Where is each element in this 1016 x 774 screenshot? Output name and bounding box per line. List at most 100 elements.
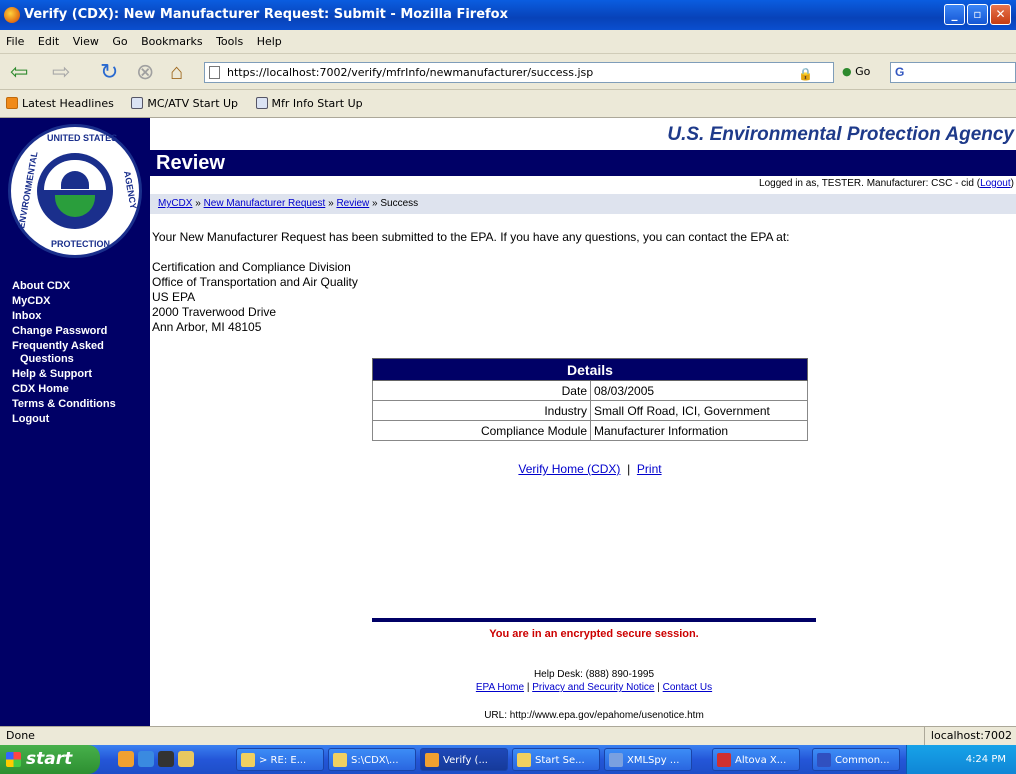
sidebar-item-mycdx[interactable]: MyCDX <box>12 295 148 308</box>
action-links: Verify Home (CDX) | Print <box>372 462 808 476</box>
menu-tools[interactable]: Tools <box>216 35 243 48</box>
task-button[interactable]: Common... <box>812 748 900 771</box>
start-button[interactable]: start <box>0 745 100 774</box>
breadcrumb-separator: » <box>328 198 334 209</box>
bookmark-latest-headlines[interactable]: Latest Headlines <box>22 97 114 110</box>
menu-bookmarks[interactable]: Bookmarks <box>141 35 202 48</box>
task-button[interactable]: Start Se... <box>512 748 600 771</box>
breadcrumb-current: Success <box>380 198 419 209</box>
task-button[interactable]: > RE: E... <box>236 748 324 771</box>
menu-bar: File Edit View Go Bookmarks Tools Help <box>0 30 1016 54</box>
task-icon <box>609 753 623 767</box>
contact-address: Certification and Compliance Division Of… <box>152 260 552 335</box>
sidebar-item-faq-questions[interactable]: Questions <box>12 353 148 366</box>
url-notice: URL: http://www.epa.gov/epahome/usenotic… <box>484 710 704 721</box>
page-content: UNITED STATES PROTECTION ENVIRONMENTAL A… <box>0 118 1016 726</box>
sidebar-item-logout[interactable]: Logout <box>12 413 148 426</box>
go-label: Go <box>855 65 871 78</box>
logout-link[interactable]: Logout <box>980 178 1011 189</box>
table-row: Date 08/03/2005 <box>372 380 808 401</box>
quicklaunch-ie-icon[interactable] <box>138 751 154 767</box>
sidebar-nav: About CDX MyCDX Inbox Change Password Fr… <box>12 280 148 428</box>
firefox-icon <box>4 7 20 23</box>
table-row: Industry Small Off Road, ICI, Government <box>372 400 808 421</box>
bookmark-mc-atv[interactable]: MC/ATV Start Up <box>147 97 238 110</box>
quicklaunch-folder-icon[interactable] <box>178 751 194 767</box>
bookmark-page-icon <box>131 97 144 109</box>
task-button[interactable]: XMLSpy ... <box>604 748 692 771</box>
bookmark-mfr-info[interactable]: Mfr Info Start Up <box>272 97 363 110</box>
detail-label: Industry <box>372 400 591 421</box>
sidebar-item-inbox[interactable]: Inbox <box>12 310 148 323</box>
sidebar-item-change-password[interactable]: Change Password <box>12 325 148 338</box>
contact-link[interactable]: Contact Us <box>663 682 712 693</box>
window-title-bar: Verify (CDX): New Manufacturer Request: … <box>0 0 1016 30</box>
helpdesk-text: Help Desk: (888) 890-1995 <box>533 669 655 680</box>
privacy-link[interactable]: Privacy and Security Notice <box>532 682 654 693</box>
task-label: Common... <box>835 755 890 766</box>
epa-seal-logo: UNITED STATES PROTECTION ENVIRONMENTAL A… <box>8 124 142 258</box>
seal-text-right: AGENCY <box>121 170 139 210</box>
task-button[interactable]: Altova X... <box>712 748 800 771</box>
task-icon <box>717 753 731 767</box>
detail-value: 08/03/2005 <box>590 380 808 401</box>
url-bar[interactable]: https://localhost:7002/verify/mfrInfo/ne… <box>204 62 834 83</box>
print-link[interactable]: Print <box>637 462 662 476</box>
url-text: https://localhost:7002/verify/mfrInfo/ne… <box>227 66 594 79</box>
google-search-box[interactable]: G <box>890 62 1016 83</box>
quicklaunch-cmd-icon[interactable] <box>158 751 174 767</box>
verify-home-link[interactable]: Verify Home (CDX) <box>518 462 620 476</box>
task-button[interactable]: S:\CDX\... <box>328 748 416 771</box>
status-text: Done <box>6 729 35 742</box>
page-title: Review <box>150 150 1016 176</box>
task-button-active[interactable]: Verify (... <box>420 748 508 771</box>
breadcrumb-mycdx[interactable]: MyCDX <box>158 198 192 209</box>
bookmarks-toolbar: Latest Headlines MC/ATV Start Up Mfr Inf… <box>0 90 1016 118</box>
task-icon <box>817 753 831 767</box>
detail-value: Small Off Road, ICI, Government <box>590 400 808 421</box>
menu-help[interactable]: Help <box>257 35 282 48</box>
task-icon <box>425 753 439 767</box>
back-arrow-icon[interactable]: ⇦ <box>10 60 28 84</box>
go-icon: ● <box>842 65 852 78</box>
maximize-icon[interactable]: ▫ <box>967 4 988 25</box>
breadcrumb-separator: » <box>195 198 201 209</box>
quicklaunch-firefox-icon[interactable] <box>118 751 134 767</box>
task-label: Start Se... <box>535 755 585 766</box>
menu-file[interactable]: File <box>6 35 24 48</box>
status-bar: Done localhost:7002 <box>0 726 1016 745</box>
breadcrumb-review[interactable]: Review <box>336 198 369 209</box>
sidebar-item-faq[interactable]: Frequently Asked <box>12 340 148 353</box>
taskbar: start > RE: E... S:\CDX\... Verify (... … <box>0 745 1016 774</box>
close-icon[interactable]: ✕ <box>990 4 1011 25</box>
task-label: Verify (... <box>443 755 488 766</box>
stop-icon[interactable]: ⊗ <box>136 60 154 84</box>
success-message: Your New Manufacturer Request has been s… <box>152 230 790 244</box>
task-icon <box>517 753 531 767</box>
menu-view[interactable]: View <box>73 35 99 48</box>
navigation-toolbar: ⇦ ⇨ ↻ ⊗ ⌂ https://localhost:7002/verify/… <box>0 54 1016 90</box>
menu-edit[interactable]: Edit <box>38 35 59 48</box>
detail-value: Manufacturer Information <box>590 420 808 441</box>
detail-label: Date <box>372 380 591 401</box>
window-title: Verify (CDX): New Manufacturer Request: … <box>24 7 508 22</box>
task-label: > RE: E... <box>259 755 307 766</box>
home-icon[interactable]: ⌂ <box>170 60 183 84</box>
sidebar-item-terms[interactable]: Terms & Conditions <box>12 398 148 411</box>
go-button[interactable]: ● Go <box>842 65 870 78</box>
details-heading: Details <box>372 358 808 381</box>
address-line: US EPA <box>152 290 196 304</box>
breadcrumb-new-manufacturer-request[interactable]: New Manufacturer Request <box>204 198 326 209</box>
sidebar-item-cdx-home[interactable]: CDX Home <box>12 383 148 396</box>
link-separator: | <box>627 462 631 476</box>
sidebar-item-about-cdx[interactable]: About CDX <box>12 280 148 293</box>
windows-flag-icon <box>6 752 21 767</box>
breadcrumb-separator: » <box>372 198 378 209</box>
menu-go[interactable]: Go <box>112 35 127 48</box>
minimize-icon[interactable]: _ <box>944 4 965 25</box>
logged-in-info: Logged in as, TESTER. Manufacturer: CSC … <box>759 178 1014 189</box>
reload-icon[interactable]: ↻ <box>100 60 118 84</box>
sidebar-item-help-support[interactable]: Help & Support <box>12 368 148 381</box>
forward-arrow-icon[interactable]: ⇨ <box>52 60 70 84</box>
epa-home-link[interactable]: EPA Home <box>476 682 524 693</box>
